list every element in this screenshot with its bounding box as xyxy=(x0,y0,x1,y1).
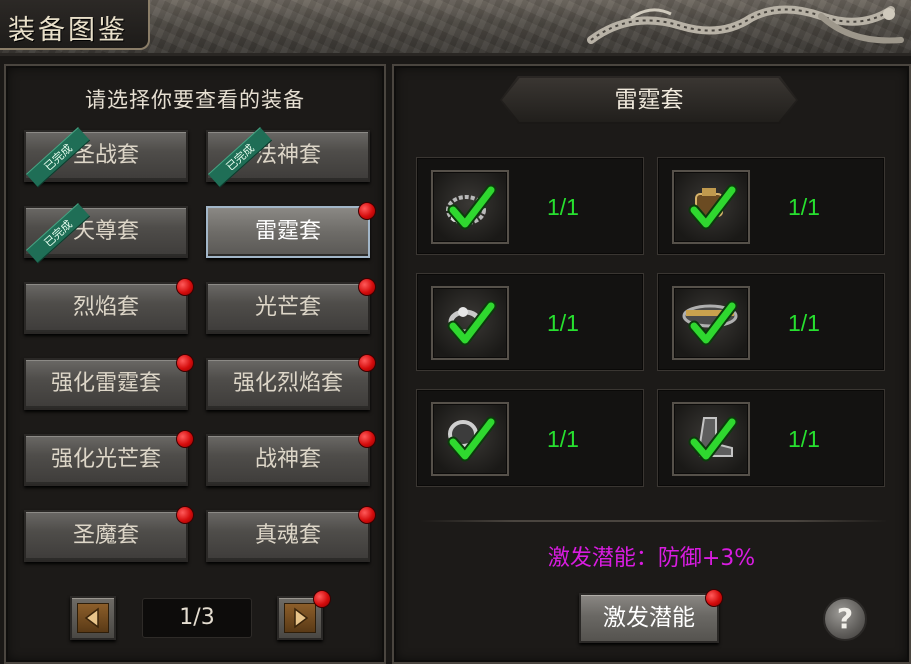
set-button-label: 强化烈焰套 xyxy=(232,371,343,396)
alert-dot xyxy=(705,589,723,607)
item-cell-bracelet[interactable]: 1/1 xyxy=(416,389,644,487)
set-button-label: 真魂套 xyxy=(254,523,321,548)
item-slot xyxy=(672,286,750,360)
boots-icon xyxy=(688,416,738,462)
item-slot xyxy=(431,402,509,476)
arrow-left-icon xyxy=(84,607,99,629)
prev-page-frame xyxy=(77,603,109,633)
belt-icon xyxy=(682,300,738,346)
help-icon: ? xyxy=(836,602,854,635)
item-count: 1/1 xyxy=(547,194,579,220)
alert-dot xyxy=(176,430,194,448)
alert-dot xyxy=(313,590,331,608)
set-button-label: 强化雷霆套 xyxy=(50,371,161,396)
set-button-qianghua-leiting[interactable]: 强化雷霆套 xyxy=(24,354,194,410)
item-count: 1/1 xyxy=(788,194,820,220)
item-count: 1/1 xyxy=(788,426,820,452)
prev-page-button[interactable] xyxy=(70,596,116,640)
set-list-header: 请选择你要查看的装备 xyxy=(85,88,305,112)
set-button-zhanshen[interactable]: 战神套 xyxy=(206,430,376,486)
alert-dot xyxy=(358,202,376,220)
set-button-fashen[interactable]: 已完成 法神套 xyxy=(206,127,370,188)
set-button-shengmo[interactable]: 圣魔套 xyxy=(24,506,194,562)
set-button-label: 光芒套 xyxy=(254,295,321,320)
arrow-right-icon xyxy=(294,607,309,629)
next-page-button[interactable] xyxy=(277,590,331,640)
alert-dot xyxy=(176,506,194,524)
item-cell-belt[interactable]: 1/1 xyxy=(657,273,885,371)
set-button-label: 雷霆套 xyxy=(254,219,321,244)
set-button-label: 战神套 xyxy=(254,447,321,472)
set-button-qianghua-lieyan[interactable]: 强化烈焰套 xyxy=(206,354,376,410)
set-title: 雷霆套 xyxy=(614,87,684,113)
set-button-label: 烈焰套 xyxy=(72,295,139,320)
help-button[interactable]: ? xyxy=(823,597,867,641)
item-slot xyxy=(672,402,750,476)
alert-dot xyxy=(358,354,376,372)
item-cell-necklace[interactable]: 1/1 xyxy=(416,157,644,255)
set-button-label: 强化光芒套 xyxy=(50,447,161,472)
alert-dot xyxy=(176,354,194,372)
item-cell-ring[interactable]: 1/1 xyxy=(416,273,644,371)
set-bonus-text: 激发潜能：防御+3% xyxy=(547,546,756,571)
item-slot xyxy=(672,170,750,244)
alert-dot xyxy=(358,506,376,524)
activate-button-label: 激发潜能 xyxy=(603,605,695,631)
set-button-label: 圣魔套 xyxy=(72,523,139,548)
item-slot xyxy=(431,286,509,360)
set-button-lieyan[interactable]: 烈焰套 xyxy=(24,278,194,334)
helmet-icon xyxy=(688,184,738,230)
window-title: 装备图鉴 xyxy=(8,15,128,46)
necklace-icon xyxy=(446,184,497,230)
set-button-qianghua-guangmang[interactable]: 强化光芒套 xyxy=(24,430,194,486)
next-page-frame xyxy=(284,603,316,633)
set-button-zhenhun[interactable]: 真魂套 xyxy=(206,506,376,562)
title-bar: 装备图鉴 xyxy=(0,0,911,56)
set-button-shengzhan[interactable]: 已完成 圣战套 xyxy=(24,127,188,188)
alert-dot xyxy=(358,430,376,448)
set-button-leiting[interactable]: 雷霆套 xyxy=(206,202,376,258)
bracelet-icon xyxy=(447,416,497,462)
activate-potential-button[interactable]: 激发潜能 xyxy=(579,589,723,643)
divider xyxy=(420,520,888,522)
alert-dot xyxy=(358,278,376,296)
item-count: 1/1 xyxy=(547,310,579,336)
dragon-ornament-icon xyxy=(587,5,904,44)
item-cell-boots[interactable]: 1/1 xyxy=(657,389,885,487)
title-plate: 装备图鉴 xyxy=(0,0,150,50)
item-count: 1/1 xyxy=(547,426,579,452)
set-button-guangmang[interactable]: 光芒套 xyxy=(206,278,376,334)
ring-icon xyxy=(447,300,497,346)
set-button-tianzun[interactable]: 已完成 天尊套 xyxy=(24,203,188,264)
item-count: 1/1 xyxy=(788,310,820,336)
alert-dot xyxy=(176,278,194,296)
page-indicator: 1/3 xyxy=(142,598,252,638)
item-slot xyxy=(431,170,509,244)
item-cell-helmet[interactable]: 1/1 xyxy=(657,157,885,255)
